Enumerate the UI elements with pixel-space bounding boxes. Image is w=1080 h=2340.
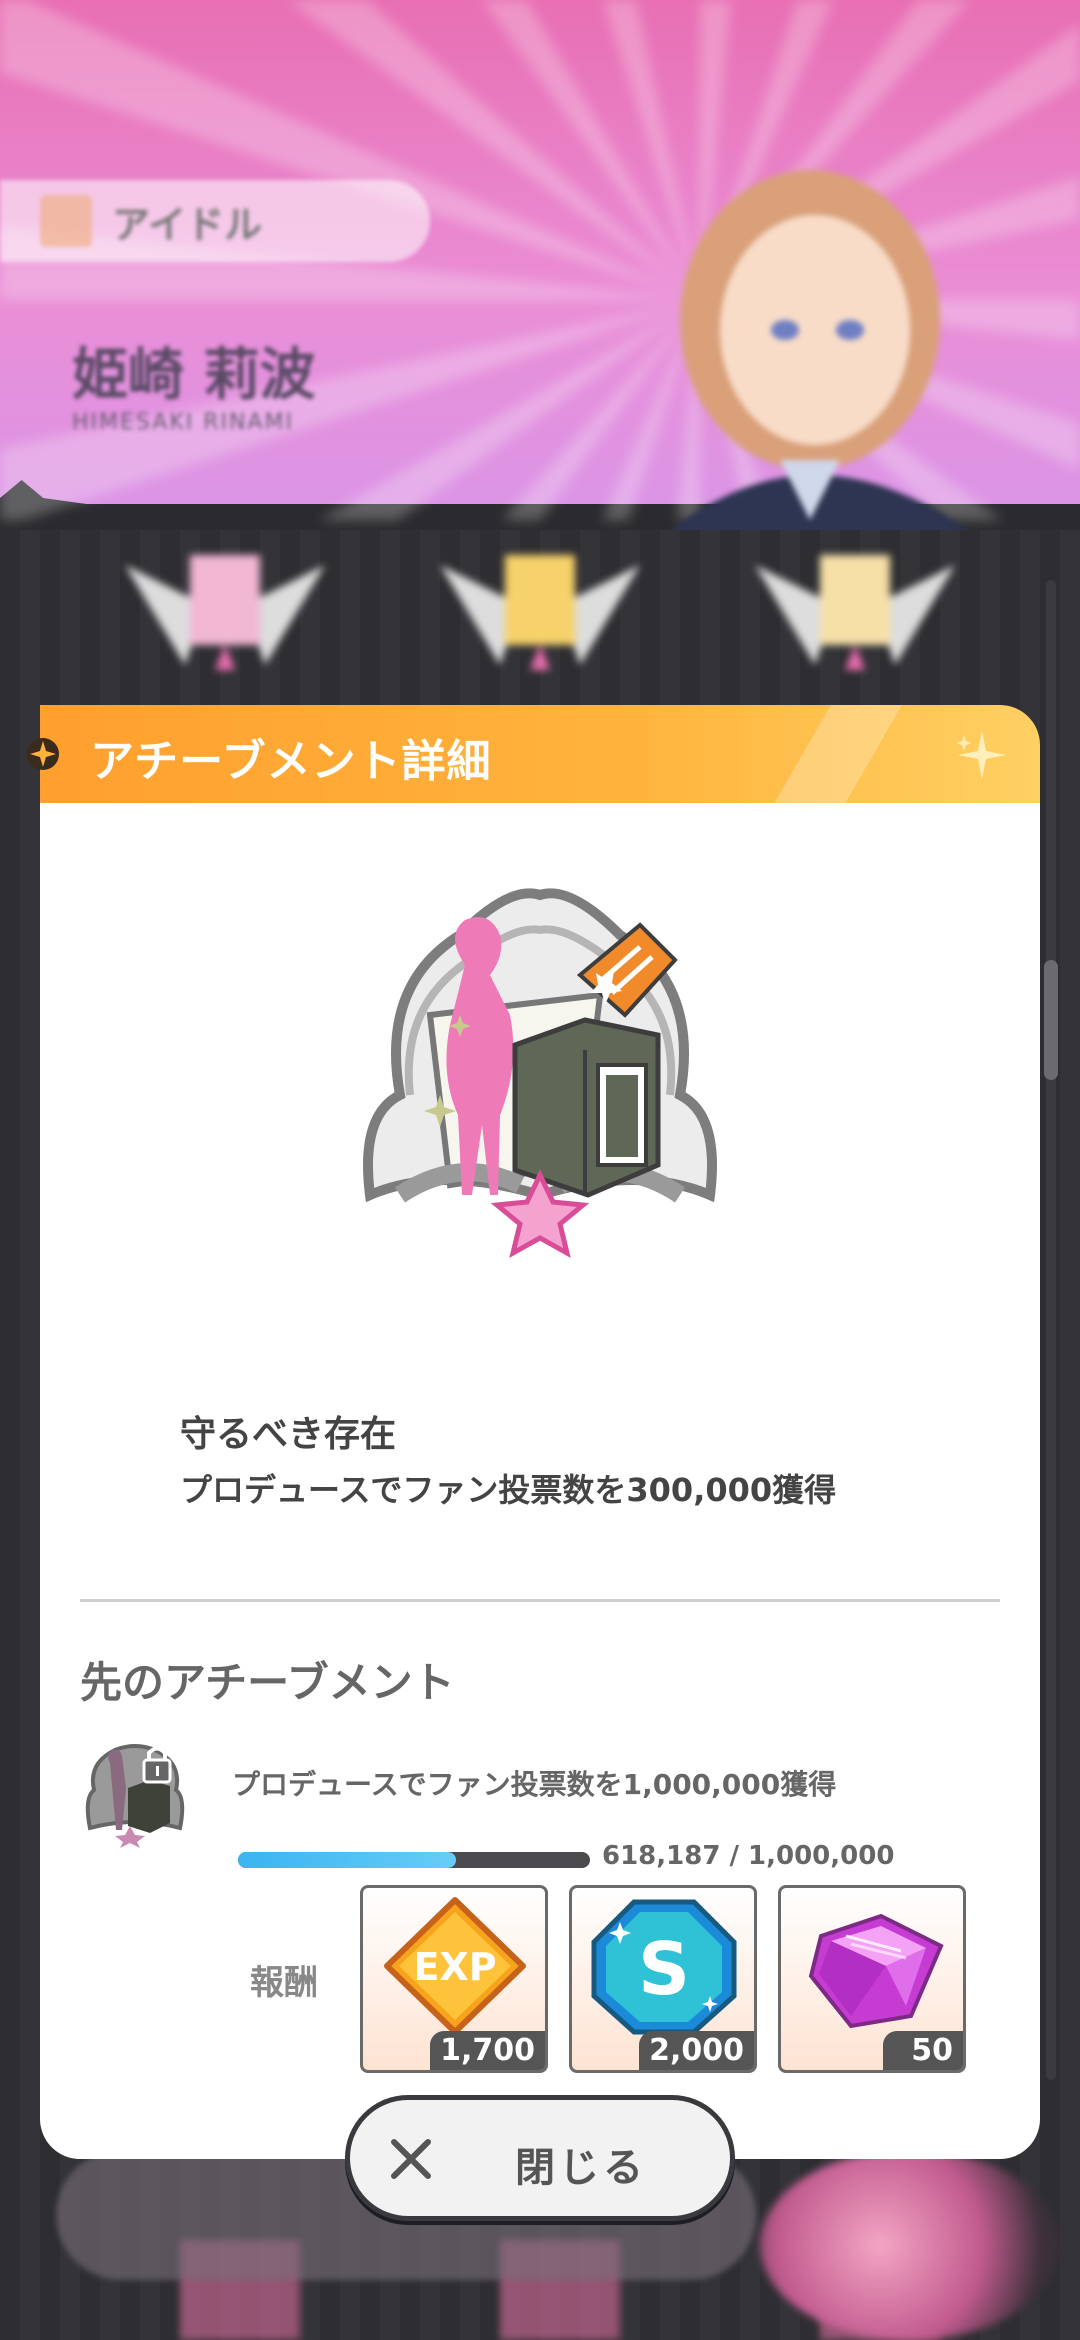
reward-item-exp[interactable]: EXP 1,700 <box>360 1885 548 2073</box>
idol-category-icon <box>40 195 92 247</box>
achievement-badge <box>440 555 640 670</box>
header-stripe <box>760 705 940 803</box>
character-name-en: HIMESAKI RINAMI <box>72 410 294 435</box>
divider <box>80 1599 1000 1602</box>
close-button[interactable]: 閉じる <box>345 2095 735 2221</box>
category-pill: アイドル <box>0 180 430 262</box>
header-star-icon <box>27 738 59 770</box>
skill-point-icon: S <box>591 1899 737 2035</box>
exp-icon: EXP <box>384 1897 526 2035</box>
reward-count: 1,700 <box>430 2031 545 2070</box>
scrollbar-track <box>1046 580 1056 2080</box>
reward-count: 2,000 <box>639 2031 754 2070</box>
achievement-badge <box>755 555 955 670</box>
modal-title: アチーブメント詳細 <box>90 736 492 787</box>
modal-body: 守るべき存在 プロデュースでファン投票数を300,000獲得 先のアチーブメント… <box>40 803 1040 2159</box>
svg-text:EXP: EXP <box>413 1945 496 1989</box>
sparkle-icon <box>956 731 1006 779</box>
achievement-emblem-icon <box>363 888 717 1258</box>
scrollbar-thumb[interactable] <box>1044 960 1058 1080</box>
character-button <box>760 2150 1060 2340</box>
achievement-badge <box>125 555 325 670</box>
modal-header: アチーブメント詳細 <box>40 705 1040 803</box>
close-button-label: 閉じる <box>515 2145 647 2191</box>
category-label: アイドル <box>112 202 263 247</box>
reward-label: 報酬 <box>250 1963 318 2003</box>
reward-item-jewel[interactable]: 50 <box>778 1885 966 2073</box>
reward-count: 50 <box>883 2031 963 2070</box>
next-achievement-title: 先のアチーブメント <box>80 1658 455 1707</box>
character-portrait <box>660 170 980 540</box>
jewel-icon <box>808 1913 944 2029</box>
close-icon <box>391 2139 431 2179</box>
achievement-detail-modal: アチーブメント詳細 守るべき存在 プロデュースでファン投票数を300,000獲得… <box>27 705 1040 2159</box>
progress-fill <box>238 1852 456 1868</box>
achievement-description: プロデュースでファン投票数を300,000獲得 <box>180 1471 837 1509</box>
achievement-name: 守るべき存在 <box>180 1414 397 1455</box>
next-achievement-description: プロデュースでファン投票数を1,000,000獲得 <box>232 1768 837 1801</box>
reward-item-skill-point[interactable]: S 2,000 <box>569 1885 757 2073</box>
next-achievement-progress-bar <box>238 1852 590 1868</box>
character-name: 姫崎 莉波 <box>72 343 316 408</box>
progress-text: 618,187 / 1,000,000 <box>602 1841 895 1871</box>
svg-text:S: S <box>638 1927 690 2011</box>
next-achievement-locked-icon <box>85 1744 185 1848</box>
